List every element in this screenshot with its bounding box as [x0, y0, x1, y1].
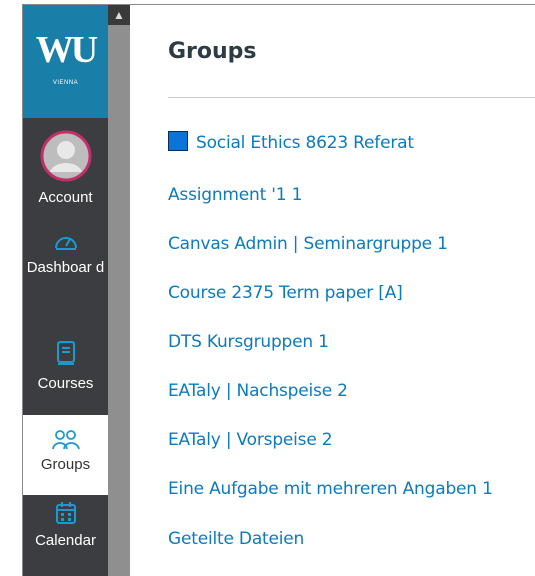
nav-scrollbar[interactable]: ▲	[108, 5, 130, 576]
app-frame: WU VIENNA Account Dashboar d Courses Gro…	[22, 4, 535, 576]
group-link[interactable]: EATaly | Vorspeise 2	[168, 430, 333, 450]
group-link[interactable]: Eine Aufgabe mit mehreren Angaben 1	[168, 479, 493, 499]
group-link[interactable]: Assignment '1 1	[168, 185, 302, 205]
global-nav: WU VIENNA Account Dashboar d Courses Gro…	[23, 5, 108, 576]
logo-subtitle: VIENNA	[52, 80, 79, 86]
people-icon	[51, 430, 80, 450]
group-link[interactable]: EATaly | Nachspeise 2	[168, 381, 348, 401]
nav-groups[interactable]: Groups	[23, 415, 108, 495]
speedometer-icon	[54, 237, 77, 250]
nav-courses-label: Courses	[37, 375, 94, 392]
title-divider	[168, 97, 535, 98]
wu-logo[interactable]: WU VIENNA	[23, 5, 108, 118]
nav-account-label: Account	[38, 189, 93, 206]
group-link[interactable]: DTS Kursgruppen 1	[168, 332, 329, 352]
avatar-icon	[40, 130, 91, 182]
nav-groups-label: Groups	[40, 456, 91, 473]
scroll-up-arrow-icon[interactable]: ▲	[108, 5, 130, 25]
nav-dashboard[interactable]: Dashboar d	[23, 230, 108, 325]
group-link[interactable]: Social Ethics 8623 Referat	[168, 131, 414, 153]
nav-dashboard-label: Dashboar d	[26, 259, 105, 276]
book-icon	[56, 341, 75, 365]
nav-calendar[interactable]: Calendar	[23, 501, 108, 576]
group-link[interactable]: Geteilte Dateien	[168, 529, 304, 549]
group-color-swatch	[168, 131, 188, 151]
nav-account[interactable]: Account	[23, 130, 108, 210]
group-link[interactable]: Canvas Admin | Seminargruppe 1	[168, 234, 448, 254]
main-content: Groups Social Ethics 8623 Referat Assign…	[130, 5, 535, 576]
page-title: Groups	[168, 39, 257, 64]
calendar-icon	[55, 502, 76, 524]
group-name: Social Ethics 8623 Referat	[196, 133, 414, 153]
nav-calendar-label: Calendar	[35, 532, 96, 549]
nav-courses[interactable]: Courses	[23, 340, 108, 410]
group-link[interactable]: Course 2375 Term paper [A]	[168, 283, 403, 303]
logo-mark: WU	[35, 29, 98, 71]
